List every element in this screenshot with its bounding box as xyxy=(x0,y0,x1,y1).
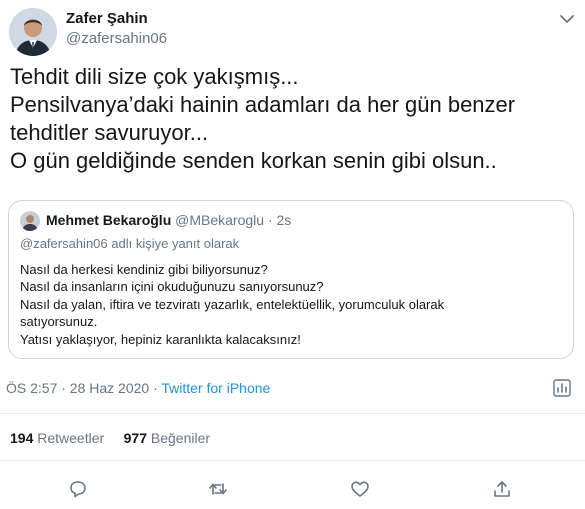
tweet-line: O gün geldiğinde senden korkan senin gib… xyxy=(10,148,497,173)
likes-stat[interactable]: 977 Beğeniler xyxy=(124,430,210,446)
tweet-meta: ÖS 2:57 · 28 Haz 2020 · Twitter for iPho… xyxy=(6,380,270,396)
tweet-text: Tehdit dili size çok yakışmış... Pensilv… xyxy=(10,63,575,175)
quoted-text: Nasıl da herkesi kendiniz gibi biliyorsu… xyxy=(20,261,540,348)
quoted-line: Yatısı yaklaşıyor, hepiniz karanlıkta ka… xyxy=(20,331,301,347)
tweet-source-link[interactable]: Twitter for iPhone xyxy=(161,380,270,396)
like-label: Beğeniler xyxy=(150,430,211,446)
like-count: 977 xyxy=(123,430,147,446)
divider xyxy=(0,460,585,461)
tweet-line: tehditler savuruyor... xyxy=(10,120,209,145)
quoted-handle: @MBekaroglu xyxy=(175,212,265,228)
quoted-line: Nasıl da yalan, iftira ve tezviratı yaza… xyxy=(20,296,445,312)
author-handle[interactable]: @zafersahin06 xyxy=(66,30,167,47)
quoted-line: Nasıl da insanların içini okuduğunuzu sa… xyxy=(20,279,324,295)
retweets-stat[interactable]: 194 Retweetler xyxy=(10,430,104,446)
author-name[interactable]: Zafer Şahin xyxy=(66,10,148,27)
quoted-name: Mehmet Bekaroğlu xyxy=(46,212,172,228)
retweet-label: Retweetler xyxy=(37,430,105,446)
share-icon[interactable] xyxy=(491,478,513,500)
quoted-header: Mehmet Bekaroğlu @MBekaroglu · 2s xyxy=(46,212,291,228)
divider xyxy=(0,413,585,414)
author-avatar[interactable] xyxy=(9,8,57,56)
retweet-icon[interactable] xyxy=(207,478,229,500)
quoted-separator: · xyxy=(267,212,273,228)
quoted-time: 2s xyxy=(276,212,292,228)
retweet-count: 194 xyxy=(10,430,34,446)
reply-icon[interactable] xyxy=(67,478,89,500)
quoted-tweet[interactable]: Mehmet Bekaroğlu @MBekaroglu · 2s @zafer… xyxy=(8,200,574,359)
tweet-stats: 194 Retweetler 977 Beğeniler xyxy=(10,430,210,446)
chevron-down-icon[interactable] xyxy=(556,8,578,30)
analytics-icon[interactable] xyxy=(553,379,571,397)
quoted-avatar xyxy=(20,211,40,231)
tweet-line: Tehdit dili size çok yakışmış... xyxy=(10,64,299,89)
quoted-reply-note: @zafersahin06 adlı kişiye yanıt olarak xyxy=(20,236,240,251)
tweet-line: Pensilvanya’daki hainin adamları da her … xyxy=(10,92,516,117)
tweet-timestamp[interactable]: ÖS 2:57 · 28 Haz 2020 · xyxy=(6,380,161,396)
quoted-line: satıyorsunuz. xyxy=(20,314,98,330)
quoted-line: Nasıl da herkesi kendiniz gibi biliyorsu… xyxy=(20,262,268,277)
like-icon[interactable] xyxy=(349,478,371,500)
